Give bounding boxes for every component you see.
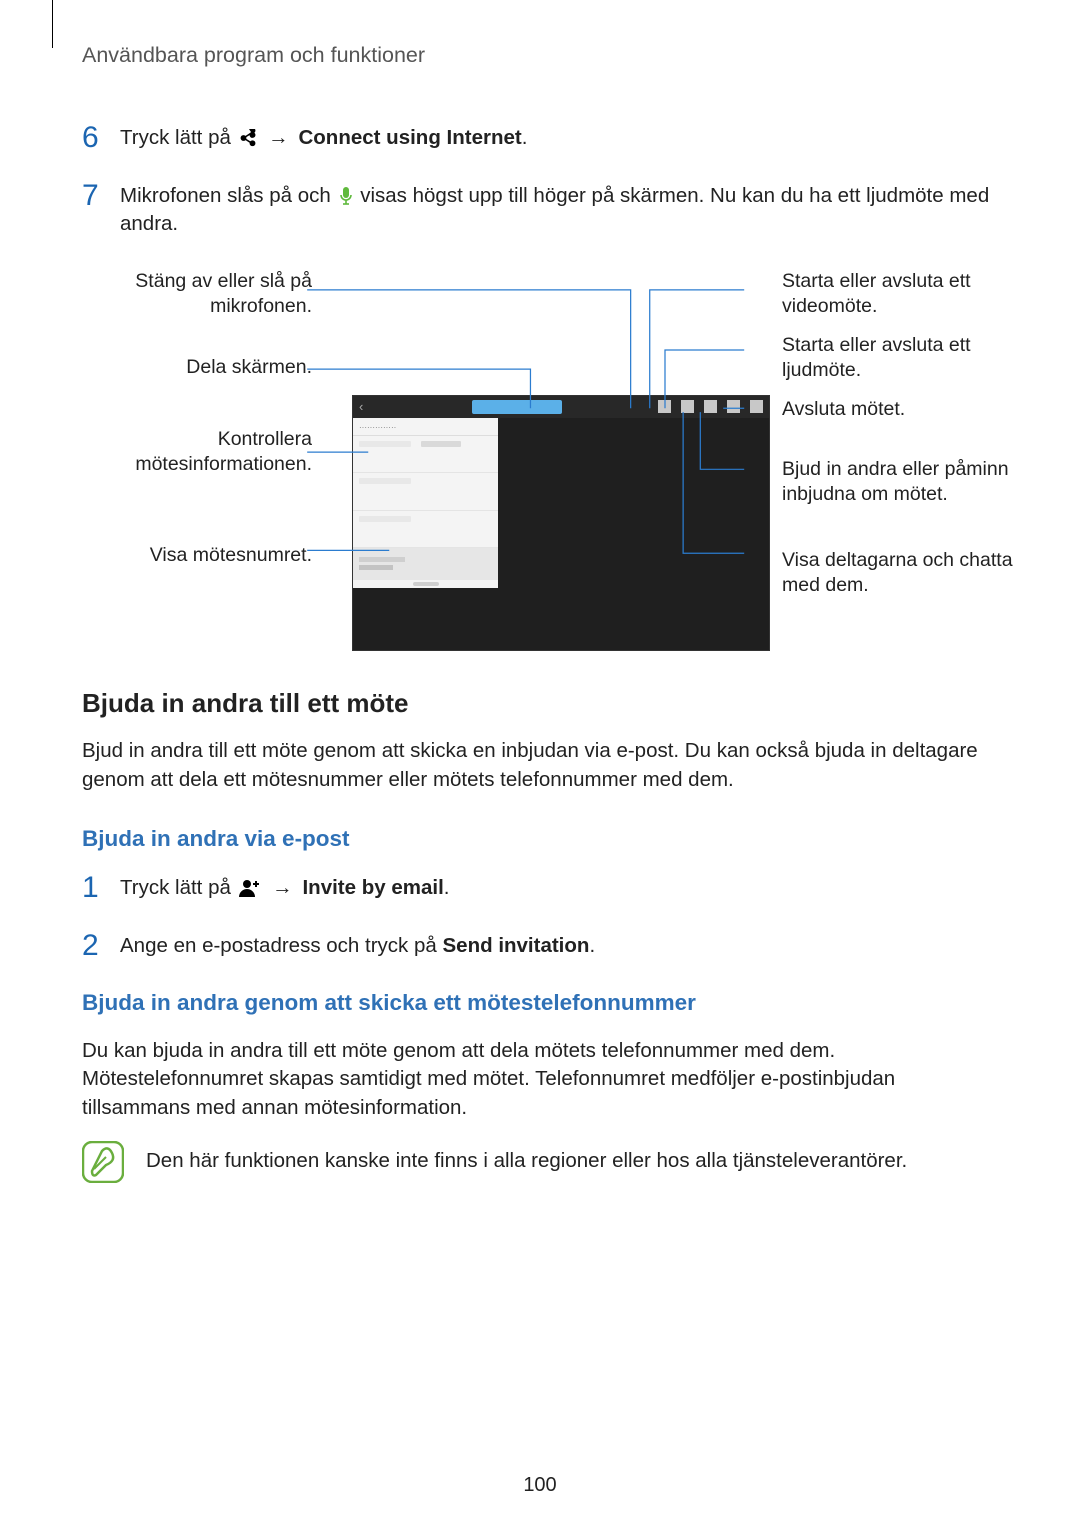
share-icon: [239, 129, 257, 147]
text: Tryck lätt på: [120, 126, 237, 149]
add-person-icon: [239, 879, 261, 897]
panel-handle: [413, 582, 439, 586]
text: .: [522, 126, 528, 149]
arrow-icon: →: [268, 126, 289, 149]
panel-footer: [353, 548, 498, 580]
callout-number: Visa mötesnumret.: [82, 543, 312, 568]
heading-phone: Bjuda in andra genom att skicka ett möte…: [82, 987, 998, 1019]
step-text: Tryck lätt på → Invite by email.: [120, 872, 998, 903]
text: .: [444, 876, 450, 899]
bold-label: Send invitation: [443, 934, 590, 957]
share-screen-pill: [472, 400, 562, 414]
callout-participants: Visa deltagarna och chatta med dem.: [782, 548, 1042, 599]
bold-label: Invite by email: [302, 876, 443, 899]
device-topbar: ‹: [353, 396, 769, 418]
note-icon: [82, 1141, 124, 1183]
step-number: 7: [82, 180, 104, 212]
panel-title: ··············: [353, 418, 498, 436]
callout-audio: Starta eller avsluta ett ljudmöte.: [782, 333, 1042, 384]
invite-icon: [727, 400, 740, 413]
page-number: 100: [0, 1471, 1080, 1499]
participants-icon: [704, 400, 717, 413]
callout-invite: Bjud in andra eller påminn inbjudna om m…: [782, 457, 1042, 508]
paragraph: Du kan bjuda in andra till ett möte geno…: [82, 1037, 998, 1123]
step-text: Mikrofonen slås på och visas högst upp t…: [120, 180, 998, 239]
section-header: Användbara program och funktioner: [82, 40, 998, 70]
panel-row: [353, 511, 498, 548]
arrow-icon: →: [272, 876, 293, 899]
bold-label: Connect using Internet: [298, 126, 521, 149]
mic-active-icon: [339, 187, 353, 205]
heading-invite: Bjuda in andra till ett möte: [82, 685, 998, 721]
panel-row: [353, 436, 498, 473]
info-panel: ··············: [353, 418, 498, 588]
callout-video: Starta eller avsluta ett videomöte.: [782, 269, 1042, 320]
step-text: Ange en e-postadress och tryck på Send i…: [120, 930, 998, 961]
step-number: 6: [82, 122, 104, 154]
device-screenshot: ‹ ··············: [352, 395, 770, 651]
note-text: Den här funktionen kanske inte finns i a…: [146, 1141, 998, 1176]
step-2: 2 Ange en e-postadress och tryck på Send…: [82, 930, 998, 962]
text: Mikrofonen slås på och: [120, 184, 337, 207]
callout-diagram: Stäng av eller slå på mikrofonen. Dela s…: [82, 265, 998, 645]
camera-icon: [681, 400, 694, 413]
back-icon: ‹: [359, 398, 375, 416]
mic-icon: [658, 400, 671, 413]
exit-icon: [750, 400, 763, 413]
step-1: 1 Tryck lätt på → Invite by email.: [82, 872, 998, 904]
text: .: [589, 934, 595, 957]
step-number: 2: [82, 930, 104, 962]
paragraph: Bjud in andra till ett möte genom att sk…: [82, 737, 998, 794]
callout-mic: Stäng av eller slå på mikrofonen.: [82, 269, 312, 320]
callout-info: Kontrollera mötesinformationen.: [82, 427, 312, 478]
heading-email: Bjuda in andra via e-post: [82, 823, 998, 855]
step-number: 1: [82, 872, 104, 904]
step-6: 6 Tryck lätt på → Connect using Internet…: [82, 122, 998, 154]
callout-share: Dela skärmen.: [82, 355, 312, 380]
step-7: 7 Mikrofonen slås på och visas högst upp…: [82, 180, 998, 239]
callout-end: Avsluta mötet.: [782, 397, 1042, 422]
text: Tryck lätt på: [120, 876, 237, 899]
note: Den här funktionen kanske inte finns i a…: [82, 1141, 998, 1183]
panel-row: [353, 473, 498, 510]
step-text: Tryck lätt på → Connect using Internet.: [120, 122, 998, 153]
text: Ange en e-postadress och tryck på: [120, 934, 443, 957]
topbar-icons: [658, 400, 763, 413]
